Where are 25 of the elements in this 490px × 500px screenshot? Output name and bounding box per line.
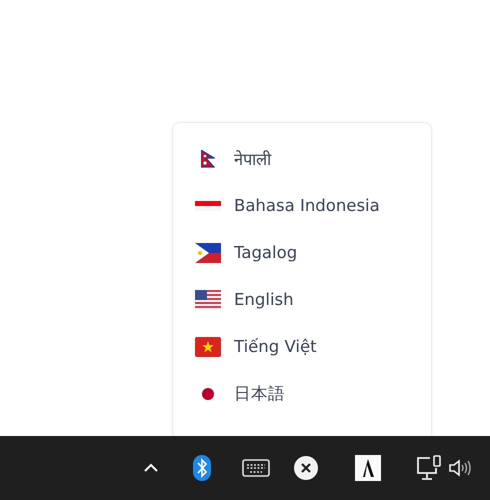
keyboard-icon[interactable] — [242, 459, 270, 477]
language-item[interactable]: Tagalog — [173, 229, 431, 276]
language-label: Bahasa Indonesia — [234, 196, 380, 215]
network-icon[interactable] — [416, 454, 442, 482]
language-item[interactable]: 日本語 — [173, 370, 431, 417]
flag-icon — [195, 290, 221, 310]
flag-icon — [195, 242, 221, 262]
language-label: English — [234, 290, 294, 309]
language-item[interactable]: English — [173, 276, 431, 323]
app-logo-icon[interactable] — [355, 455, 381, 481]
language-item[interactable]: Tiếng Việt — [173, 323, 431, 370]
flag-icon — [201, 150, 215, 168]
language-label: Tagalog — [234, 243, 298, 262]
language-label: Tiếng Việt — [234, 337, 317, 356]
flag-icon — [195, 336, 221, 356]
language-item[interactable]: नेपाली — [173, 135, 431, 182]
language-label: 日本語 — [234, 382, 285, 404]
flag-icon — [195, 200, 221, 210]
chevron-up-icon[interactable] — [143, 463, 159, 473]
bluetooth-icon[interactable] — [193, 455, 211, 481]
language-item[interactable]: Bahasa Indonesia — [173, 182, 431, 229]
close-circle-icon[interactable] — [293, 455, 319, 481]
language-label: नेपाली — [234, 149, 271, 170]
flag-icon — [202, 388, 214, 400]
volume-icon[interactable] — [448, 458, 472, 478]
